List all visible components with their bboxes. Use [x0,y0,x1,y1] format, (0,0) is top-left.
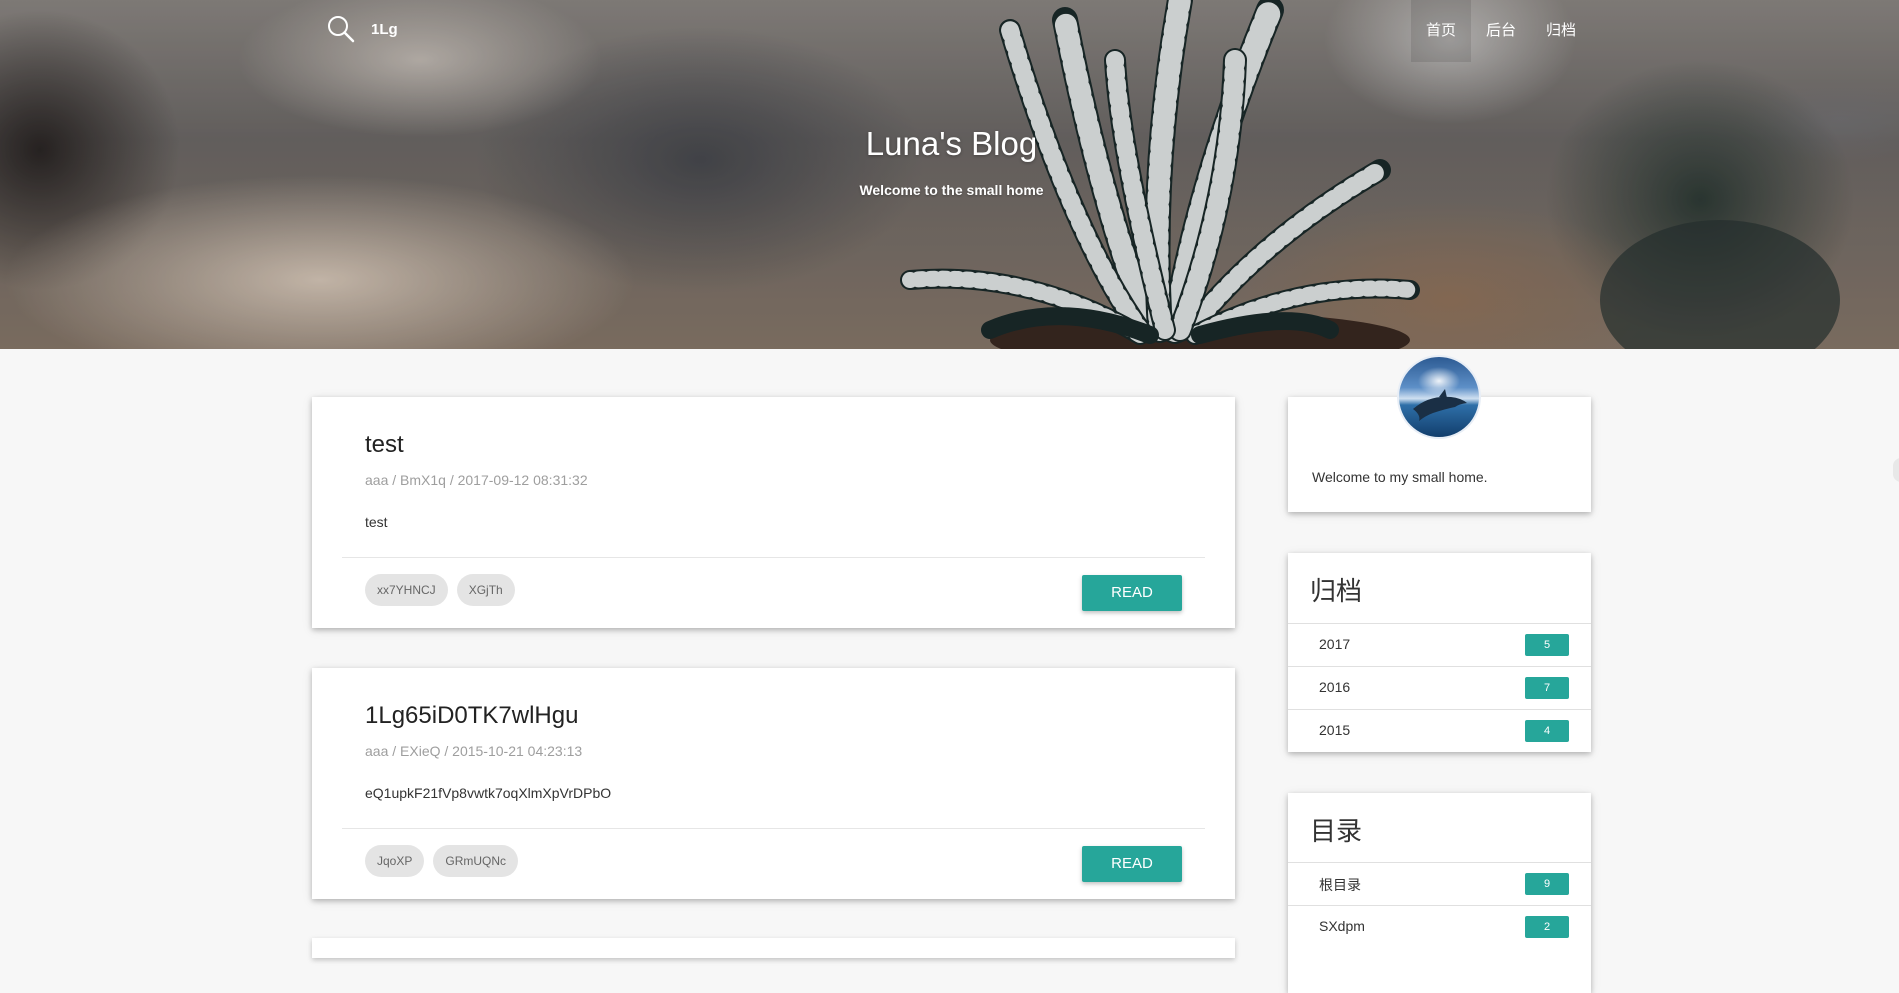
post-tags: JqoXP GRmUQNc [365,845,527,877]
post-card: test aaa / BmX1q / 2017-09-12 08:31:32 t… [312,397,1235,628]
catalog-item[interactable]: 根目录 9 [1288,862,1591,905]
search-icon[interactable] [326,14,356,44]
catalog-card: 目录 根目录 9 SXdpm 2 [1288,793,1591,993]
count-badge: 5 [1525,634,1569,656]
divider [342,828,1205,829]
search-input[interactable]: 1Lg [371,21,398,38]
count-badge: 4 [1525,720,1569,742]
post-meta: aaa / BmX1q / 2017-09-12 08:31:32 [365,472,588,488]
archive-item-label: 2016 [1319,679,1351,695]
archive-item[interactable]: 2015 4 [1288,709,1591,752]
post-excerpt: eQ1upkF21fVp8vwtk7oqXlmXpVrDPbO [365,785,612,801]
post-meta: aaa / EXieQ / 2015-10-21 04:23:13 [365,743,583,759]
archive-card: 归档 2017 5 2016 7 2015 4 [1288,553,1591,752]
scroll-to-top-handle[interactable] [1893,458,1899,482]
post-card-partial [312,938,1235,958]
tag-chip[interactable]: JqoXP [365,845,425,877]
count-badge: 2 [1525,916,1569,938]
catalog-item-label: SXdpm [1319,918,1365,934]
post-tags: xx7YHNCJ XGjTh [365,574,524,606]
tag-chip[interactable]: xx7YHNCJ [365,574,448,606]
blog-title: Luna's Blog [865,125,1038,162]
catalog-title: 目录 [1310,816,1363,846]
count-badge: 7 [1525,677,1569,699]
catalog-item[interactable]: SXdpm 2 [1288,905,1591,948]
read-button[interactable]: READ [1082,846,1182,882]
avatar[interactable] [1399,357,1479,437]
archive-item[interactable]: 2016 7 [1288,666,1591,709]
nav-link-home[interactable]: 首页 [1411,0,1472,62]
archive-item[interactable]: 2017 5 [1288,623,1591,666]
search-bar[interactable]: 1Lg [326,14,398,44]
archive-item-label: 2015 [1319,722,1351,738]
tag-chip[interactable]: GRmUQNc [433,845,519,877]
post-card: 1Lg65iD0TK7wlHgu aaa / EXieQ / 2015-10-2… [312,668,1235,899]
dolphin-icon [1413,389,1467,421]
nav-link-admin[interactable]: 后台 [1471,0,1531,62]
divider [342,557,1205,558]
blog-subtitle: Welcome to the small home [859,182,1044,198]
count-badge: 9 [1525,873,1569,895]
hero-overlay [0,0,1899,349]
archive-title: 归档 [1310,576,1363,606]
post-excerpt: test [365,514,388,530]
post-title[interactable]: test [365,431,404,459]
post-title[interactable]: 1Lg65iD0TK7wlHgu [365,702,578,730]
hero-banner [0,0,1899,349]
read-button[interactable]: READ [1082,575,1182,611]
nav-link-archive[interactable]: 归档 [1531,0,1591,62]
archive-item-label: 2017 [1319,636,1351,652]
catalog-item-label: 根目录 [1319,877,1361,893]
tag-chip[interactable]: XGjTh [456,574,515,606]
top-nav: 首页 后台 归档 [1411,0,1591,62]
profile-welcome: Welcome to my small home. [1312,469,1488,485]
